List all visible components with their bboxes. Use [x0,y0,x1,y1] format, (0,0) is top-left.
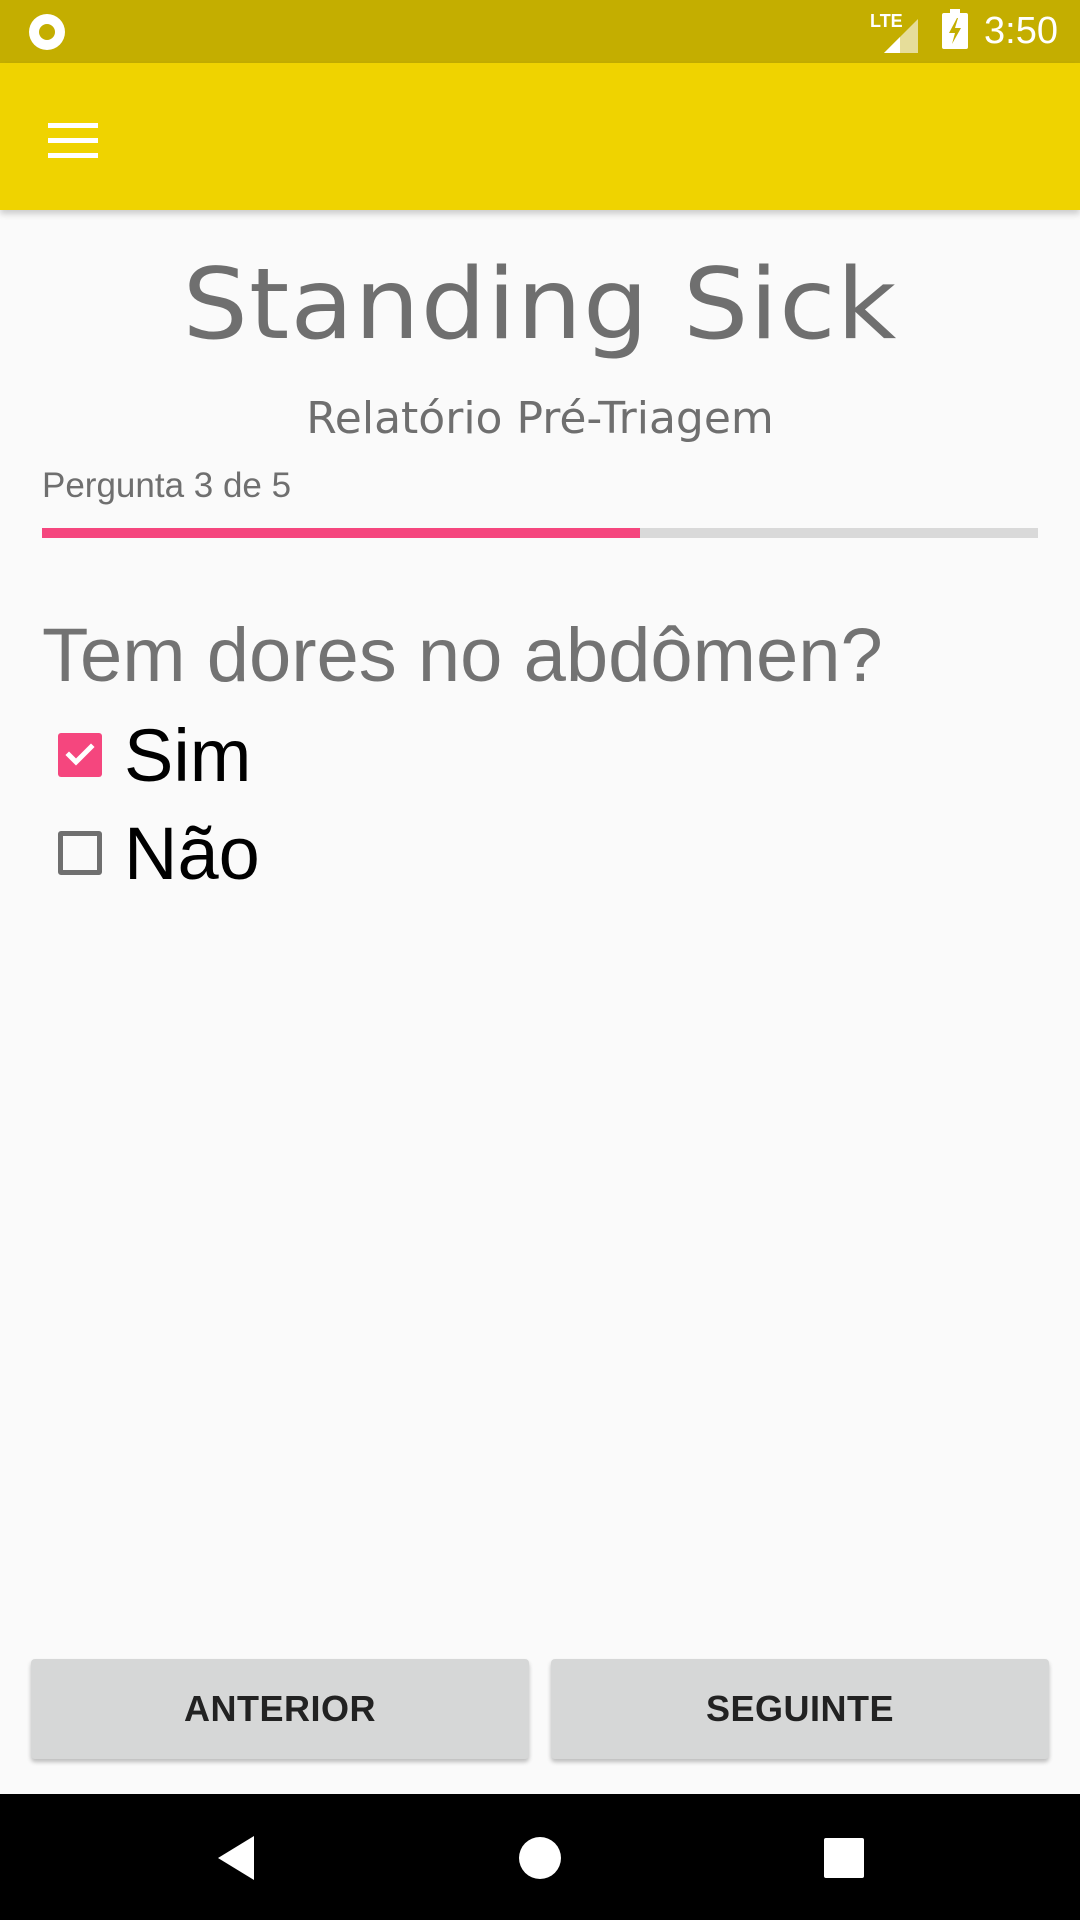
lte-signal-icon: LTE [870,11,920,53]
progress-bar [42,528,1038,538]
checkbox-checked-icon[interactable] [58,733,102,777]
question-text: Tem dores no abdômen? [42,613,883,698]
back-triangle-icon[interactable] [198,1820,274,1896]
hamburger-menu-icon[interactable] [40,113,106,167]
recents-square-icon[interactable] [806,1820,882,1896]
option-label: Não [124,811,260,895]
status-clock: 3:50 [984,10,1058,52]
app-subtitle: Relatório Pré-Triagem [306,393,774,444]
notification-circle-icon [29,14,65,50]
status-bar: LTE 3:50 [0,0,1080,63]
battery-charging-icon [942,9,969,54]
next-button[interactable]: SEGUINTE [551,1659,1049,1759]
option-nao[interactable]: Não [58,808,260,898]
app-title: Standing Sick [182,248,898,362]
progress-fill [42,528,640,538]
checkbox-unchecked-icon[interactable] [58,831,102,875]
progress-label: Pergunta 3 de 5 [42,466,292,505]
option-sim[interactable]: Sim [58,710,251,800]
status-icons: LTE 3:50 [870,0,1058,63]
system-nav-bar [0,1794,1080,1920]
previous-button[interactable]: ANTERIOR [31,1659,529,1759]
app-bar [0,63,1080,210]
home-circle-icon[interactable] [502,1820,578,1896]
option-label: Sim [124,713,252,797]
